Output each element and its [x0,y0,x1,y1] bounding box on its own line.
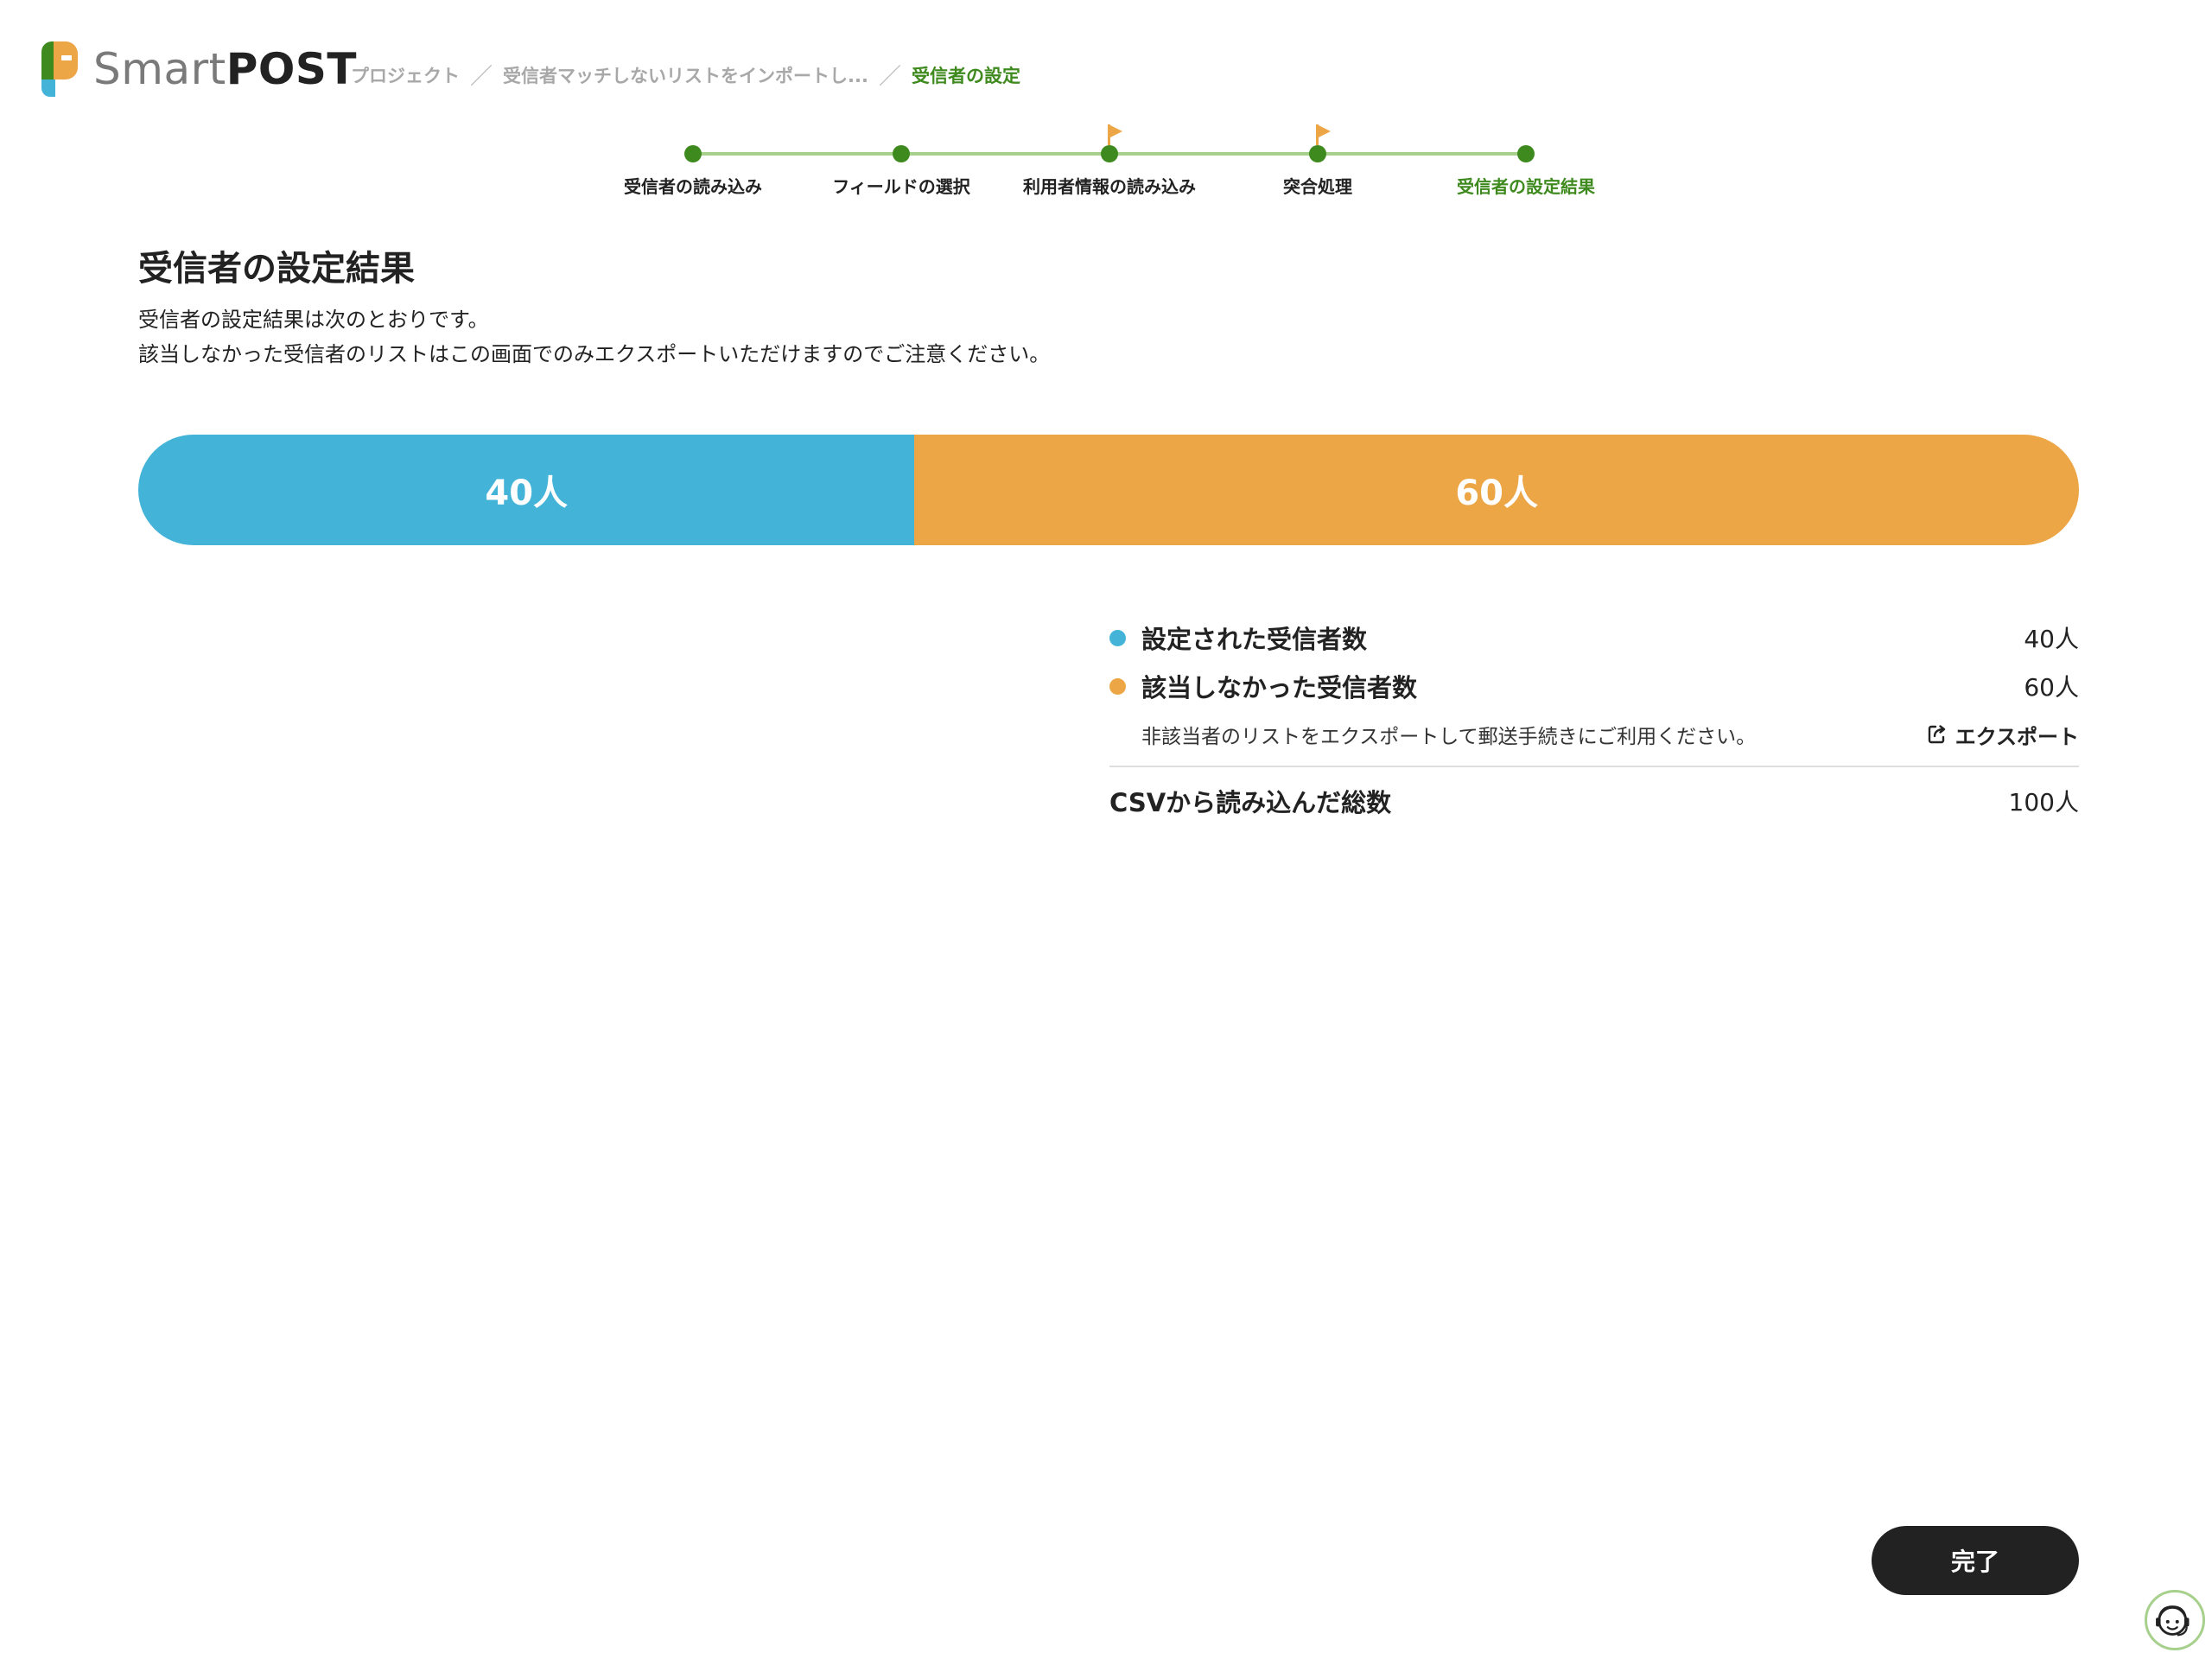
export-button[interactable]: エクスポート [1926,720,2079,750]
breadcrumb-separator: ／ [470,64,493,90]
flag-icon [1108,124,1125,145]
breadcrumb-item-import[interactable]: 受信者マッチしないリストをインポートし... [503,62,868,88]
unmatched-recipients-row: 該当しなかった受信者数 60人 [1109,662,2079,710]
page: SmartPOST プロジェクト ／ 受信者マッチしないリストをインポートし..… [0,0,2212,1659]
export-button-label: エクスポート [1955,724,2079,749]
total-value: 100人 [2008,788,2079,817]
set-recipients-segment-label: 40人 [485,474,569,513]
unmatched-recipients-label: 該当しなかった受信者数 [1141,673,1418,702]
recipient-ratio-bar: 40人 60人 [138,435,2079,545]
step-dot [1101,145,1118,162]
step-dot [684,145,702,162]
step-dot [893,145,910,162]
app-logo[interactable]: SmartPOST [41,41,357,97]
summary-panel: 設定された受信者数 40人 該当しなかった受信者数 60人 非該当者のリストをエ… [1109,613,2079,835]
step-dot [1517,145,1535,162]
export-note: 非該当者のリストをエクスポートして郵送手続きにご利用ください。 [1141,726,1757,748]
step-label: 受信者の設定結果 [1457,176,1595,197]
description-line-2: 該当しなかった受信者のリストはこの画面でのみエクスポートいただけますのでご注意く… [138,342,1051,366]
logo-text-smart: Smart [93,44,226,94]
breadcrumb: プロジェクト ／ 受信者マッチしないリストをインポートし... ／ 受信者の設定 [351,59,1020,91]
unmatched-recipients-value: 60人 [2024,673,2079,702]
step-label: 突合処理 [1283,176,1352,197]
progress-stepper: 受信者の読み込み フィールドの選択 利用者情報の読み込み 突合処理 受信者の設定… [605,121,1607,199]
breadcrumb-item-current: 受信者の設定 [911,65,1020,86]
legend-dot-set [1109,629,1126,646]
set-recipients-value: 40人 [2024,625,2079,653]
breadcrumb-separator: ／ [878,64,901,90]
set-recipients-label: 設定された受信者数 [1141,625,1368,654]
step-label: 利用者情報の読み込み [1023,176,1196,197]
legend-dot-unmatched [1109,677,1126,695]
logo-text-post: POST [226,44,358,94]
logo-text: SmartPOST [93,48,357,91]
step-dot [1309,145,1326,162]
total-label: CSVから読み込んだ総数 [1109,788,1392,817]
set-recipients-segment: 40人 [138,435,915,545]
page-description: 受信者の設定結果は次のとおりです。 該当しなかった受信者のリストはこの画面でのみ… [138,302,1050,372]
support-chat-button[interactable] [2145,1590,2205,1650]
logo-mark-icon [41,41,78,97]
total-row: CSVから読み込んだ総数 100人 [1109,767,2079,835]
flag-icon [1316,124,1333,145]
unmatched-recipients-segment-label: 60人 [1455,474,1539,513]
done-button[interactable]: 完了 [1872,1526,2079,1595]
unmatched-recipients-segment: 60人 [914,435,2079,545]
page-title: 受信者の設定結果 [138,249,415,289]
step-label: 受信者の読み込み [624,176,762,197]
export-note-row: 非該当者のリストをエクスポートして郵送手続きにご利用ください。 エクスポート [1109,710,2079,759]
breadcrumb-item-project[interactable]: プロジェクト [351,62,460,88]
set-recipients-row: 設定された受信者数 40人 [1109,613,2079,662]
step-label: フィールドの選択 [832,176,970,197]
description-line-1: 受信者の設定結果は次のとおりです。 [138,308,489,332]
support-icon [2156,1605,2190,1637]
export-icon [1928,725,1945,744]
